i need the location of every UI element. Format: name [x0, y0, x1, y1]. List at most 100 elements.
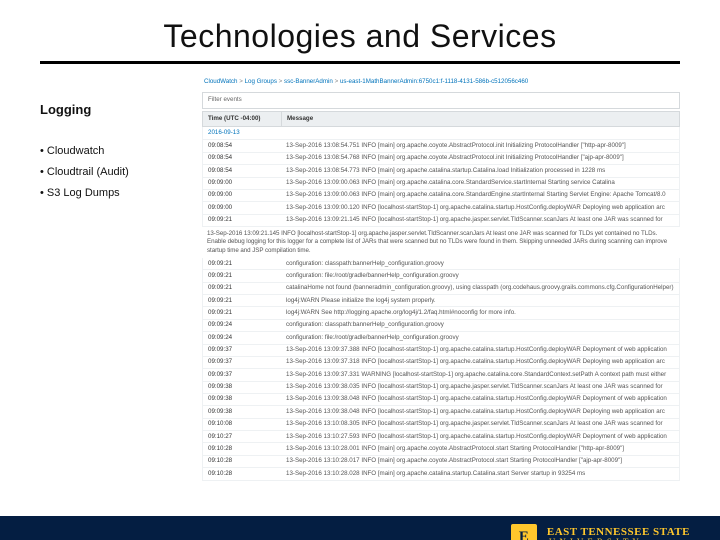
cell-message: configuration: file:/root/gradle/bannerH…: [281, 332, 679, 343]
cell-time: 09:08:54: [203, 153, 281, 164]
cell-message: 13-Sep-2016 13:10:28.001 INFO [main] org…: [281, 443, 679, 454]
cell-time: 09:09:21: [203, 270, 281, 281]
cell-time: 09:10:28: [203, 456, 281, 467]
cell-message: 13-Sep-2016 13:09:37.331 WARNING [localh…: [281, 369, 679, 380]
crumb[interactable]: Log Groups: [245, 78, 277, 85]
cell-message: 13-Sep-2016 13:09:00.120 INFO [localhost…: [281, 202, 679, 213]
cell-time: 09:09:21: [203, 307, 281, 318]
list-item: S3 Log Dumps: [40, 183, 190, 204]
cell-time: 09:10:08: [203, 419, 281, 430]
cell-time: 09:09:24: [203, 332, 281, 343]
cell-message: 13-Sep-2016 13:09:38.035 INFO [localhost…: [281, 382, 679, 393]
cell-time: 09:10:27: [203, 431, 281, 442]
cell-time: 09:10:28: [203, 443, 281, 454]
table-row[interactable]: 09:09:0013-Sep-2016 13:09:00.120 INFO [l…: [203, 202, 679, 214]
cell-time: 09:08:54: [203, 140, 281, 151]
table-row[interactable]: 09:09:21configuration: classpath:bannerH…: [203, 258, 679, 270]
cell-message: configuration: classpath:bannerHelp_conf…: [281, 320, 679, 331]
table-row[interactable]: 09:08:5413-Sep-2016 13:08:54.768 INFO [m…: [203, 153, 679, 165]
breadcrumb: CloudWatch > Log Groups > ssc-BannerAdmi…: [202, 74, 680, 90]
cell-time: 09:09:37: [203, 369, 281, 380]
university-logo-icon: E: [511, 524, 537, 540]
title-divider: [40, 61, 680, 64]
cell-time: 09:09:38: [203, 406, 281, 417]
table-row[interactable]: 09:09:3813-Sep-2016 13:09:38.048 INFO [l…: [203, 406, 679, 418]
cell-time: 09:09:38: [203, 394, 281, 405]
cell-message: 13-Sep-2016 13:09:38.048 INFO [localhost…: [281, 406, 679, 417]
cell-message: 13-Sep-2016 13:08:54.751 INFO [main] org…: [281, 140, 679, 151]
date-row[interactable]: 2016-09-13: [203, 127, 679, 140]
table-row[interactable]: 09:10:2813-Sep-2016 13:10:28.028 INFO [m…: [203, 468, 679, 480]
table-row[interactable]: 09:09:3713-Sep-2016 13:09:37.318 INFO [l…: [203, 357, 679, 369]
list-item: Cloudwatch: [40, 141, 190, 162]
cell-time: 09:09:21: [203, 295, 281, 306]
cell-message: 13-Sep-2016 13:09:37.318 INFO [localhost…: [281, 357, 679, 368]
cell-time: 09:08:54: [203, 165, 281, 176]
table-row[interactable]: 09:10:2713-Sep-2016 13:10:27.593 INFO [l…: [203, 431, 679, 443]
slide-title: Technologies and Services: [0, 18, 720, 55]
cell-time: 09:09:00: [203, 178, 281, 189]
cell-message: configuration: classpath:bannerHelp_conf…: [281, 258, 679, 269]
cloudwatch-panel: CloudWatch > Log Groups > ssc-BannerAdmi…: [202, 74, 680, 481]
list-item: Cloudtrail (Audit): [40, 162, 190, 183]
cell-message: 13-Sep-2016 13:09:00.063 INFO [main] org…: [281, 190, 679, 201]
table-row[interactable]: 09:10:2813-Sep-2016 13:10:28.017 INFO [m…: [203, 456, 679, 468]
cell-message: 13-Sep-2016 13:10:28.017 INFO [main] org…: [281, 456, 679, 467]
table-row[interactable]: 09:09:21log4j:WARN See http://logging.ap…: [203, 307, 679, 319]
table-row[interactable]: 09:09:0013-Sep-2016 13:09:00.063 INFO [m…: [203, 178, 679, 190]
table-row[interactable]: 09:08:5413-Sep-2016 13:08:54.773 INFO [m…: [203, 165, 679, 177]
table-row[interactable]: 09:09:21configuration: file:/root/gradle…: [203, 270, 679, 282]
table-row[interactable]: 09:09:3813-Sep-2016 13:09:38.048 INFO [l…: [203, 394, 679, 406]
cell-time: 09:09:37: [203, 345, 281, 356]
table-row[interactable]: 09:09:2113-Sep-2016 13:09:21.145 INFO [l…: [203, 215, 679, 227]
table-header: Time (UTC -04:00) Message: [202, 111, 680, 127]
cell-message: 13-Sep-2016 13:08:54.773 INFO [main] org…: [281, 165, 679, 176]
cell-time: 09:09:21: [203, 283, 281, 294]
cell-message: 13-Sep-2016 13:10:27.593 INFO [localhost…: [281, 431, 679, 442]
crumb[interactable]: us-east-1MathBannerAdmin:6750c1:f-1118-4…: [340, 78, 528, 85]
left-column: Logging Cloudwatch Cloudtrail (Audit) S3…: [40, 74, 190, 481]
table-row[interactable]: 09:09:3713-Sep-2016 13:09:37.388 INFO [l…: [203, 345, 679, 357]
expanded-log: 13-Sep-2016 13:09:21.145 INFO [localhost…: [202, 227, 680, 258]
cell-message: 13-Sep-2016 13:09:21.145 INFO [localhost…: [281, 215, 679, 226]
cell-message: 13-Sep-2016 13:09:00.063 INFO [main] org…: [281, 178, 679, 189]
crumb[interactable]: ssc-BannerAdmin: [284, 78, 333, 85]
section-heading: Logging: [40, 102, 190, 117]
table-row[interactable]: 09:09:24configuration: file:/root/gradle…: [203, 332, 679, 344]
cell-time: 09:09:24: [203, 320, 281, 331]
cell-message: 13-Sep-2016 13:09:37.388 INFO [localhost…: [281, 345, 679, 356]
table-row[interactable]: 09:09:3713-Sep-2016 13:09:37.331 WARNING…: [203, 369, 679, 381]
cell-message: 13-Sep-2016 13:10:28.028 INFO [main] org…: [281, 468, 679, 479]
table-row[interactable]: 09:08:5413-Sep-2016 13:08:54.751 INFO [m…: [203, 140, 679, 152]
crumb[interactable]: CloudWatch: [204, 78, 237, 85]
col-message: Message: [282, 112, 679, 126]
cell-time: 09:09:00: [203, 190, 281, 201]
log-grid: 2016-09-13 09:08:5413-Sep-2016 13:08:54.…: [202, 127, 680, 227]
table-row[interactable]: 09:09:0013-Sep-2016 13:09:00.063 INFO [m…: [203, 190, 679, 202]
cell-message: configuration: file:/root/gradle/bannerH…: [281, 270, 679, 281]
table-row[interactable]: 09:09:24configuration: classpath:bannerH…: [203, 320, 679, 332]
cell-time: 09:09:38: [203, 382, 281, 393]
cell-message: log4j:WARN See http://logging.apache.org…: [281, 307, 679, 318]
table-row[interactable]: 09:09:3813-Sep-2016 13:09:38.035 INFO [l…: [203, 382, 679, 394]
cell-message: 13-Sep-2016 13:10:08.305 INFO [localhost…: [281, 419, 679, 430]
cell-time: 09:10:28: [203, 468, 281, 479]
footer-bar: E EAST TENNESSEE STATE UNIVERSITY: [0, 516, 720, 540]
cell-time: 09:09:37: [203, 357, 281, 368]
cell-time: 09:09:21: [203, 215, 281, 226]
table-row[interactable]: 09:10:2813-Sep-2016 13:10:28.001 INFO [m…: [203, 443, 679, 455]
cell-time: 09:09:21: [203, 258, 281, 269]
cell-message: 13-Sep-2016 13:09:38.048 INFO [localhost…: [281, 394, 679, 405]
cell-message: catalinaHome not found (banneradmin_conf…: [281, 283, 679, 294]
cell-message: log4j:WARN Please initialize the log4j s…: [281, 295, 679, 306]
table-row[interactable]: 09:09:21catalinaHome not found (bannerad…: [203, 283, 679, 295]
cell-message: 13-Sep-2016 13:08:54.768 INFO [main] org…: [281, 153, 679, 164]
university-name: EAST TENNESSEE STATE UNIVERSITY: [547, 527, 690, 540]
bullet-list: Cloudwatch Cloudtrail (Audit) S3 Log Dum…: [40, 141, 190, 204]
log-grid: 09:09:21configuration: classpath:bannerH…: [202, 258, 680, 480]
table-row[interactable]: 09:09:21log4j:WARN Please initialize the…: [203, 295, 679, 307]
table-row[interactable]: 09:10:0813-Sep-2016 13:10:08.305 INFO [l…: [203, 419, 679, 431]
cell-time: 09:09:00: [203, 202, 281, 213]
col-time: Time (UTC -04:00): [203, 112, 282, 126]
filter-input[interactable]: Filter events: [202, 92, 680, 108]
